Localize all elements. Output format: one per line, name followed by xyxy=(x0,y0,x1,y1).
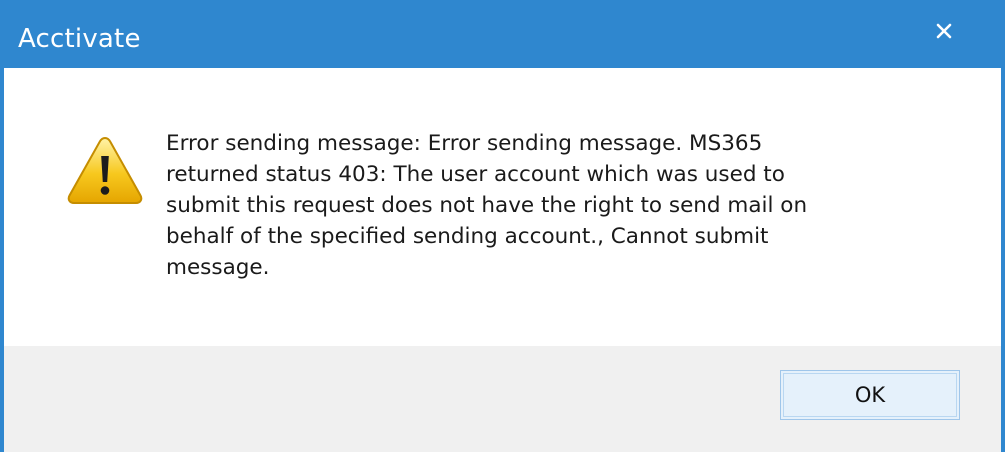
title-bar[interactable]: Acctivate xyxy=(0,0,1005,72)
button-bar: OK xyxy=(4,346,1001,452)
ok-button[interactable]: OK xyxy=(780,370,960,420)
warning-icon xyxy=(67,136,143,204)
error-message: Error sending message: Error sending mes… xyxy=(166,131,808,280)
close-button[interactable] xyxy=(927,14,961,48)
close-icon xyxy=(936,23,952,39)
error-dialog: Acctivate Error sending message: Error s… xyxy=(0,0,1005,452)
dialog-content: Error sending message: Error sending mes… xyxy=(4,68,1001,346)
window-title: Acctivate xyxy=(18,24,141,54)
